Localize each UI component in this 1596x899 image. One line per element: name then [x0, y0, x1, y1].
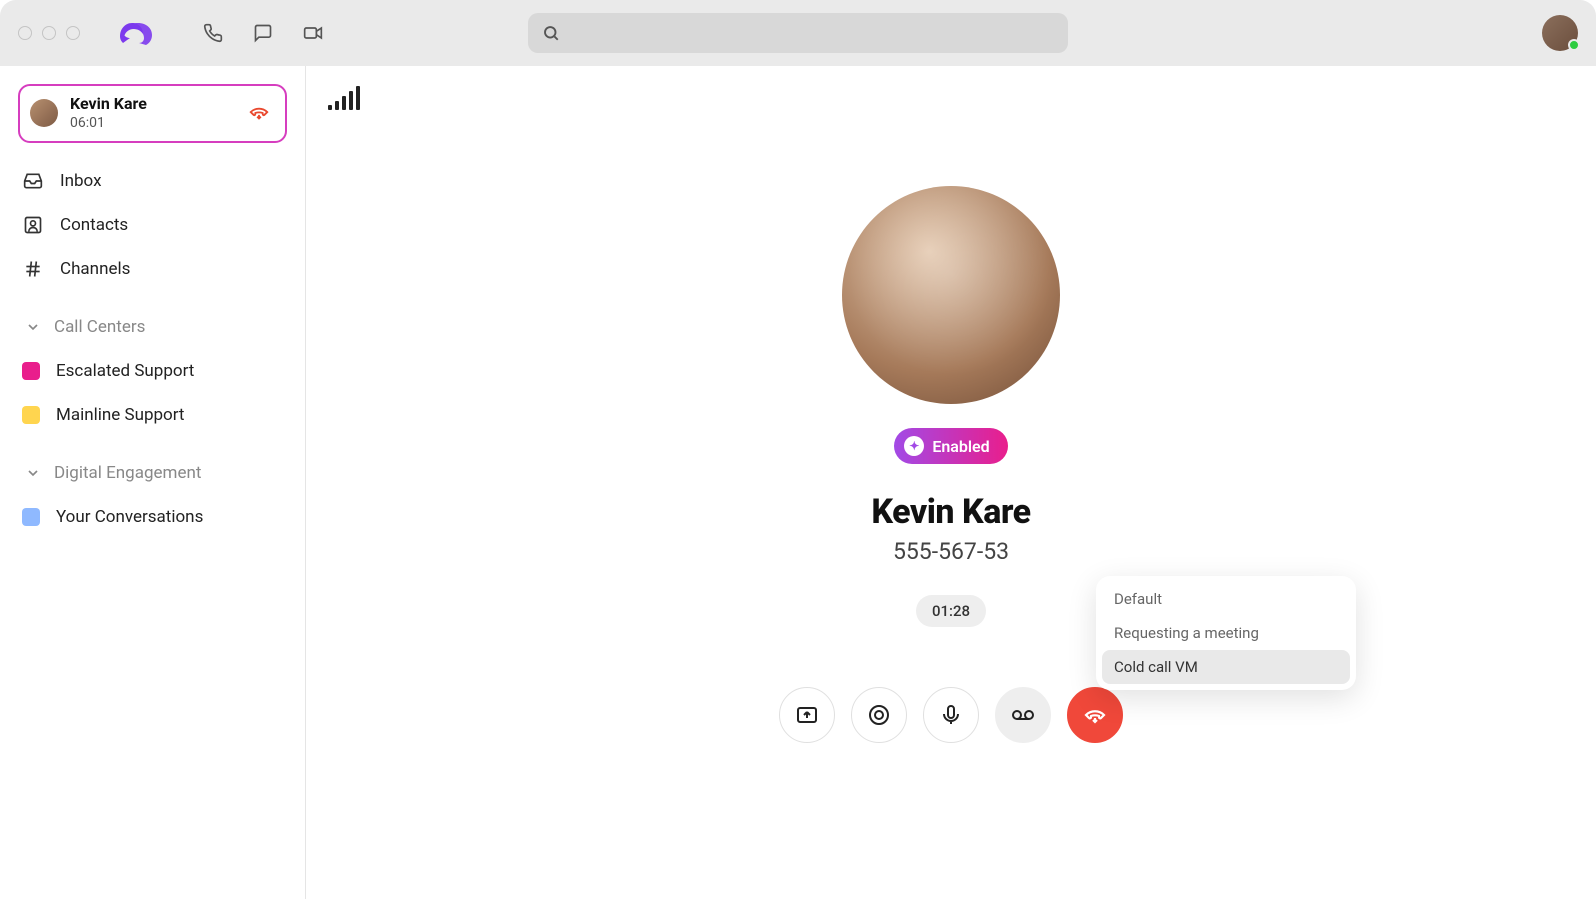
color-indicator [22, 508, 40, 526]
window-controls [18, 26, 80, 40]
sidebar-item-label: Inbox [60, 171, 102, 191]
section-label: Call Centers [54, 317, 145, 337]
chat-icon[interactable] [252, 22, 274, 44]
section-label: Digital Engagement [54, 463, 201, 483]
profile-avatar[interactable] [1542, 15, 1578, 51]
active-call-card[interactable]: Kevin Kare 06:01 [18, 84, 287, 143]
call-panel: ✦ Enabled Kevin Kare 555-567-53 01:28 [306, 66, 1596, 899]
section-digital-engagement[interactable]: Digital Engagement [18, 453, 287, 493]
contact-name: Kevin Kare [871, 492, 1030, 532]
record-button[interactable] [851, 687, 907, 743]
sidebar-item-label: Your Conversations [56, 507, 203, 527]
ai-enabled-pill[interactable]: ✦ Enabled [894, 428, 1007, 464]
minimize-window-button[interactable] [42, 26, 56, 40]
sidebar-item-label: Escalated Support [56, 361, 194, 381]
hash-icon [22, 259, 44, 279]
dropdown-item-cold-call-vm[interactable]: Cold call VM [1102, 650, 1350, 684]
color-indicator [22, 406, 40, 424]
avatar [30, 99, 58, 127]
sidebar-item-your-conversations[interactable]: Your Conversations [18, 497, 287, 537]
phone-icon[interactable] [202, 22, 224, 44]
sidebar-item-label: Channels [60, 259, 130, 279]
maximize-window-button[interactable] [66, 26, 80, 40]
title-bar [0, 0, 1596, 66]
sidebar-item-label: Contacts [60, 215, 128, 235]
sidebar-item-mainline-support[interactable]: Mainline Support [18, 395, 287, 435]
hang-up-icon[interactable] [247, 102, 271, 124]
dropdown-item-requesting-meeting[interactable]: Requesting a meeting [1102, 616, 1350, 650]
mute-button[interactable] [923, 687, 979, 743]
sidebar-item-contacts[interactable]: Contacts [18, 205, 287, 245]
active-call-duration: 06:01 [70, 115, 235, 131]
call-duration: 01:28 [916, 595, 986, 627]
end-call-button[interactable] [1067, 687, 1123, 743]
voicemail-button[interactable] [995, 687, 1051, 743]
section-call-centers[interactable]: Call Centers [18, 307, 287, 347]
inbox-icon [22, 171, 44, 191]
share-screen-button[interactable] [779, 687, 835, 743]
ai-icon: ✦ [904, 436, 924, 456]
pill-label: Enabled [932, 437, 989, 456]
close-window-button[interactable] [18, 26, 32, 40]
dropdown-item-default[interactable]: Default [1102, 582, 1350, 616]
presence-indicator [1568, 39, 1580, 51]
sidebar-item-inbox[interactable]: Inbox [18, 161, 287, 201]
app-logo [120, 21, 152, 45]
voicemail-dropdown: Default Requesting a meeting Cold call V… [1096, 576, 1356, 690]
search-input[interactable] [528, 13, 1068, 53]
sidebar-item-channels[interactable]: Channels [18, 249, 287, 289]
sidebar-item-escalated-support[interactable]: Escalated Support [18, 351, 287, 391]
contact-phone: 555-567-53 [893, 538, 1009, 565]
color-indicator [22, 362, 40, 380]
sidebar-item-label: Mainline Support [56, 405, 185, 425]
chevron-down-icon [22, 319, 44, 335]
video-icon[interactable] [302, 22, 324, 44]
contacts-icon [22, 215, 44, 235]
search-icon [542, 24, 560, 42]
contact-avatar [842, 186, 1060, 404]
active-call-name: Kevin Kare [70, 94, 235, 113]
chevron-down-icon [22, 465, 44, 481]
signal-strength-icon [328, 86, 360, 110]
sidebar: Kevin Kare 06:01 Inbox Contacts [0, 66, 306, 899]
